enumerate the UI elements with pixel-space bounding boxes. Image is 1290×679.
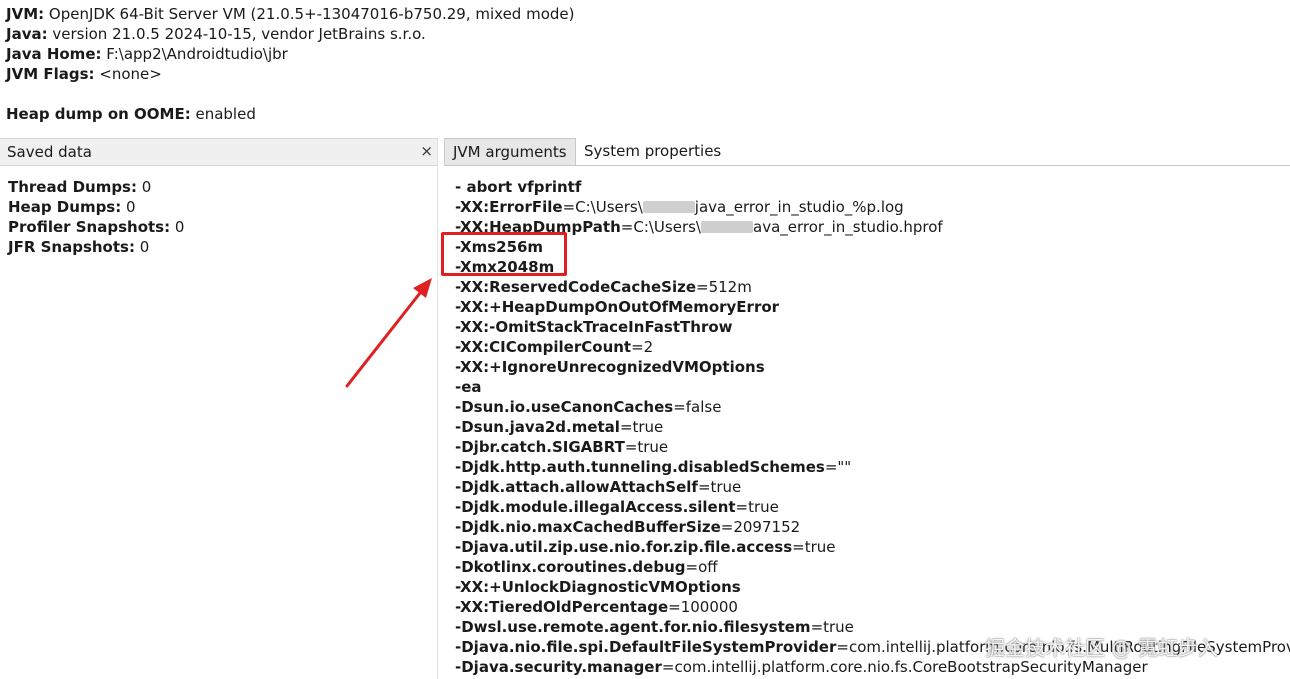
tab-bar: JVM arguments System properties	[444, 138, 1290, 166]
redacted-username	[701, 221, 753, 233]
argument-key: -XX:-OmitStackTraceInFastThrow	[455, 318, 733, 336]
argument-key: -Djdk.http.auth.tunneling.disabledScheme…	[455, 458, 825, 476]
stat-jfr-snapshots: JFR Snapshots: 0	[8, 238, 150, 256]
argument-value: =off	[685, 558, 718, 576]
argument-key: -Dwsl.use.remote.agent.for.nio.filesyste…	[455, 618, 811, 636]
argument-value: =true	[810, 618, 854, 636]
redacted-username	[642, 201, 695, 213]
argument-value: =C:\Users\	[620, 218, 701, 236]
jvm-argument-line: -Djdk.http.auth.tunneling.disabledScheme…	[455, 457, 1290, 477]
jvm-argument-line: -XX:ErrorFile=C:\Users\ java_error_in_stu…	[455, 197, 1290, 217]
highlight-box	[441, 232, 567, 276]
argument-key: -XX:ReservedCodeCacheSize	[455, 278, 696, 296]
argument-key: -XX:+HeapDumpOnOutOfMemoryError	[455, 298, 780, 316]
jvm-argument-line: -XX:+UnlockDiagnosticVMOptions	[455, 577, 1290, 597]
argument-key: -Djava.security.manager	[455, 658, 662, 676]
argument-value: =true	[697, 478, 742, 496]
jvm-argument-line: -Djava.util.zip.use.nio.for.zip.file.acc…	[455, 537, 1290, 557]
jvm-arguments-list: - abort vfprintf -XX:ErrorFile=C:\Users\ j…	[455, 177, 1290, 677]
argument-key: -Djava.util.zip.use.nio.for.zip.file.acc…	[455, 538, 793, 556]
jvm-argument-line: -XX:HeapDumpPath=C:\Users\ ava_error_in_s…	[455, 217, 1290, 237]
jvm-argument-line: -Dkotlinx.coroutines.debug=off	[455, 557, 1290, 577]
jvm-argument-line: -ea	[455, 377, 1290, 397]
jvm-argument-line: -XX:+IgnoreUnrecognizedVMOptions	[455, 357, 1290, 377]
argument-value: =512m	[696, 278, 752, 296]
java-home-row: Java Home: F:\app2\Androidtudio\jbr	[6, 45, 288, 63]
argument-value: =false	[673, 398, 722, 416]
tab-system-properties[interactable]: System properties	[576, 138, 729, 165]
argument-key: -XX:ErrorFile	[455, 198, 563, 216]
argument-value: =true	[792, 538, 836, 556]
saved-data-stats: Thread Dumps: 0 Heap Dumps: 0 Profiler S…	[8, 177, 184, 257]
java-row: Java: version 21.0.5 2024-10-15, vendor …	[6, 25, 426, 43]
jvm-argument-line: -Djdk.nio.maxCachedBufferSize=2097152	[455, 517, 1290, 537]
jvm-argument-line: -XX:+HeapDumpOnOutOfMemoryError	[455, 297, 1290, 317]
argument-value: =true	[624, 438, 669, 456]
argument-key: -XX:+UnlockDiagnosticVMOptions	[455, 578, 741, 596]
argument-value: =2	[631, 338, 654, 356]
argument-key: - abort vfprintf	[455, 178, 582, 196]
jvm-argument-line: -Dsun.java2d.metal=true	[455, 417, 1290, 437]
argument-key: -Djdk.attach.allowAttachSelf	[455, 478, 698, 496]
jvm-argument-line: -XX:CICompilerCount=2	[455, 337, 1290, 357]
argument-key: -Dkotlinx.coroutines.debug	[455, 558, 686, 576]
jvm-row: JVM: OpenJDK 64-Bit Server VM (21.0.5+-1…	[6, 5, 575, 23]
argument-value-suffix: ava_error_in_studio.hprof	[753, 218, 943, 236]
jvm-argument-line: -Djbr.catch.SIGABRT=true	[455, 437, 1290, 457]
argument-key: -Djbr.catch.SIGABRT	[455, 438, 625, 456]
argument-value: =100000	[668, 598, 738, 616]
panel-divider[interactable]	[437, 138, 438, 679]
watermark: 掘金技术社区 @ 霓虹步入	[985, 636, 1218, 660]
argument-value: =""	[824, 458, 852, 476]
jvm-argument-line: -Dsun.io.useCanonCaches=false	[455, 397, 1290, 417]
argument-key: -Dsun.io.useCanonCaches	[455, 398, 674, 416]
argument-key: -Djdk.nio.maxCachedBufferSize	[455, 518, 721, 536]
saved-data-title: Saved data	[7, 143, 92, 161]
annotation-arrow-icon	[345, 278, 432, 388]
jvm-argument-line: - abort vfprintf	[455, 177, 1290, 197]
argument-key: -ea	[455, 378, 482, 396]
argument-value-suffix: java_error_in_studio_%p.log	[694, 198, 904, 216]
jvm-flags-row: JVM Flags: <none>	[6, 65, 162, 83]
heap-dump-row: Heap dump on OOME: enabled	[6, 105, 256, 123]
argument-value: =C:\Users\	[562, 198, 643, 216]
jvm-argument-line: -XX:ReservedCodeCacheSize=512m	[455, 277, 1290, 297]
jvm-argument-line: -Djdk.module.illegalAccess.silent=true	[455, 497, 1290, 517]
jvm-argument-line: -XX:-OmitStackTraceInFastThrow	[455, 317, 1290, 337]
argument-value: =true	[735, 498, 779, 516]
argument-key: -Djdk.module.illegalAccess.silent	[455, 498, 736, 516]
stat-thread-dumps: Thread Dumps: 0	[8, 178, 152, 196]
argument-value: =2097152	[720, 518, 801, 536]
saved-data-header: Saved data ×	[0, 138, 437, 166]
jvm-info-block: JVM: OpenJDK 64-Bit Server VM (21.0.5+-1…	[6, 4, 575, 124]
jvm-argument-line: -Xmx2048m	[455, 257, 1290, 277]
jvm-argument-line: -Xms256m	[455, 237, 1290, 257]
jvm-argument-line: -XX:TieredOldPercentage=100000	[455, 597, 1290, 617]
close-icon[interactable]: ×	[420, 142, 433, 160]
argument-key: -XX:TieredOldPercentage	[455, 598, 669, 616]
tab-jvm-arguments[interactable]: JVM arguments	[444, 138, 576, 165]
stat-heap-dumps: Heap Dumps: 0	[8, 198, 136, 216]
argument-key: -XX:+IgnoreUnrecognizedVMOptions	[455, 358, 765, 376]
stat-profiler-snapshots: Profiler Snapshots: 0	[8, 218, 185, 236]
jvm-argument-line: -Djdk.attach.allowAttachSelf=true	[455, 477, 1290, 497]
argument-value: =true	[619, 418, 664, 436]
argument-key: -XX:CICompilerCount	[455, 338, 632, 356]
argument-key: -Djava.nio.file.spi.DefaultFileSystemPro…	[455, 638, 837, 656]
argument-key: -Dsun.java2d.metal	[455, 418, 620, 436]
